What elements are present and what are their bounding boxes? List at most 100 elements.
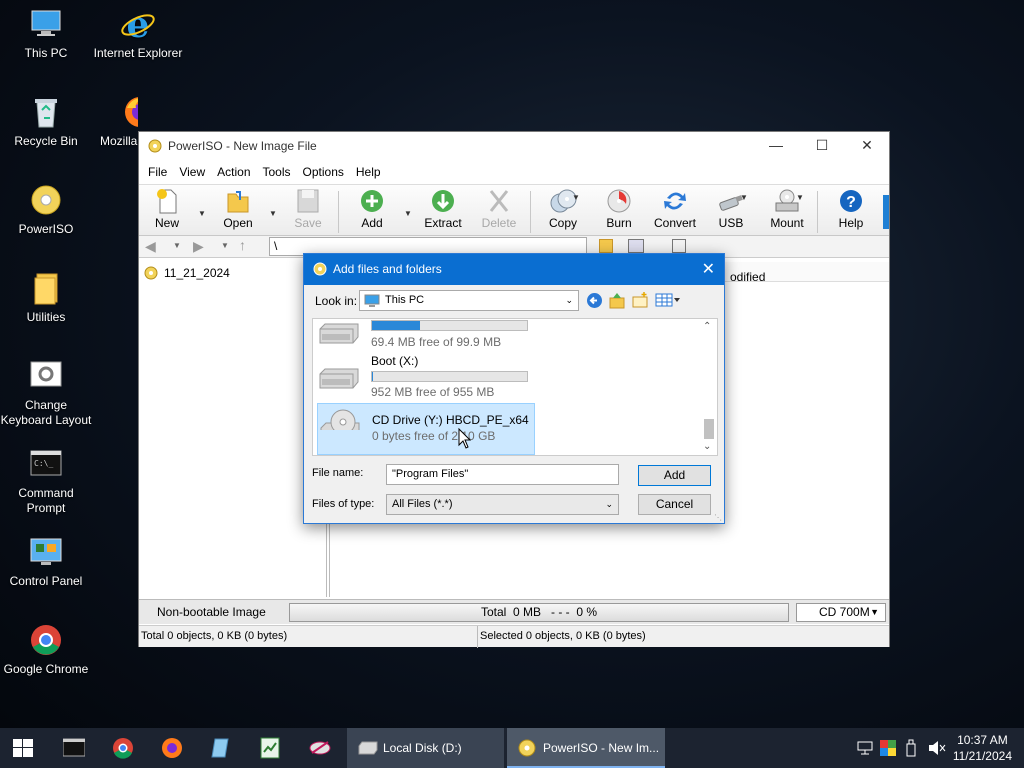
desktop-icon-command-prompt[interactable]: C:\_ Command Prompt — [0, 446, 92, 516]
save-icon — [293, 188, 323, 214]
control-panel-icon — [28, 534, 64, 570]
close-button[interactable]: ✕ — [844, 132, 890, 159]
toolbar-separator — [530, 191, 531, 233]
color-icon[interactable] — [880, 740, 896, 756]
look-in-dropdown[interactable]: This PC ⌄ — [359, 290, 579, 311]
tree-root-item[interactable]: 11_21_2024 — [144, 266, 230, 280]
delete-button[interactable]: Delete — [473, 188, 525, 230]
back-arrow-icon[interactable]: ◀ — [145, 238, 156, 255]
layout-icon[interactable] — [672, 239, 686, 253]
minimize-button[interactable]: — — [753, 132, 799, 159]
desktop-icon-label: This PC — [24, 46, 68, 60]
network-icon[interactable] — [857, 741, 873, 755]
volume-muted-icon[interactable] — [928, 740, 946, 756]
desktop-icon-internet-explorer[interactable]: e Internet Explorer — [92, 4, 184, 61]
copy-dropdown-icon[interactable]: ▼ — [572, 193, 580, 202]
desktop-icon-label: Internet Explorer — [93, 46, 183, 60]
desktop-icon-mozilla[interactable]: Mozilla — [92, 94, 138, 149]
maximize-button[interactable]: ☐ — [799, 132, 845, 159]
copy-button[interactable]: Copy — [537, 188, 589, 230]
burn-button[interactable]: Burn — [593, 188, 645, 230]
new-dropdown-icon[interactable]: ▼ — [198, 209, 206, 218]
folders-view-icon[interactable] — [599, 239, 613, 253]
tools-taskbar-icon[interactable] — [308, 737, 332, 759]
scroll-down-icon[interactable]: ⌄ — [703, 441, 711, 452]
scroll-thumb[interactable] — [704, 419, 714, 439]
delete-icon — [484, 188, 514, 214]
chrome-taskbar-icon[interactable] — [112, 737, 134, 759]
desktop-icon-poweriso[interactable]: PowerISO — [0, 182, 92, 237]
desktop-icon-label: Recycle Bin — [14, 134, 78, 148]
cancel-button[interactable]: Cancel — [638, 494, 711, 515]
help-button[interactable]: ? Help — [825, 188, 877, 230]
scroll-up-icon[interactable]: ⌃ — [703, 321, 711, 332]
mount-button[interactable]: Mount — [761, 188, 813, 230]
desktop-icon-change-keyboard-layout[interactable]: Change Keyboard Layout — [0, 358, 92, 428]
capacity-bar: Total 0 MB - - - 0 % — [289, 603, 789, 622]
toolbar-separator — [338, 191, 339, 233]
new-button[interactable]: New — [141, 188, 193, 230]
menu-view[interactable]: View — [173, 165, 211, 179]
convert-button[interactable]: Convert — [649, 188, 701, 230]
extract-button[interactable]: Extract — [417, 188, 469, 230]
menu-options[interactable]: Options — [297, 165, 350, 179]
desktop-icon-google-chrome[interactable]: Google Chrome — [0, 622, 92, 677]
menu-action[interactable]: Action — [211, 165, 256, 179]
new-folder-icon[interactable] — [631, 291, 649, 309]
notepad-taskbar-icon[interactable] — [210, 737, 232, 759]
usb-tray-icon[interactable] — [905, 739, 917, 757]
open-dropdown-icon[interactable]: ▼ — [269, 209, 277, 218]
dialog-close-button[interactable]: ✕ — [702, 254, 715, 285]
dialog-title-bar[interactable]: Add files and folders ✕ — [304, 254, 724, 285]
up-folder-icon[interactable] — [608, 291, 626, 309]
usb-button[interactable]: USB — [705, 188, 757, 230]
add-button[interactable]: Add — [638, 465, 711, 486]
menu-bar: File View Action Tools Options Help — [139, 159, 889, 184]
taskbar-task-poweriso[interactable]: PowerISO - New Im... — [507, 728, 665, 768]
media-size-dropdown[interactable]: CD 700M ▼ — [796, 603, 886, 622]
status-selected: Selected 0 objects, 0 KB (0 bytes) — [480, 630, 646, 642]
menu-help[interactable]: Help — [350, 165, 387, 179]
desktop-icon-recycle-bin[interactable]: Recycle Bin — [0, 94, 92, 149]
menu-tools[interactable]: Tools — [257, 165, 297, 179]
desktop-icon-control-panel[interactable]: Control Panel — [0, 534, 92, 589]
firefox-icon — [122, 94, 138, 130]
clock[interactable]: 10:37 AM 11/21/2024 — [953, 732, 1012, 764]
up-arrow-icon[interactable]: ↑ — [239, 237, 246, 253]
view-mode-icon[interactable] — [628, 239, 644, 253]
taskbar-task-local-disk[interactable]: Local Disk (D:) — [347, 728, 504, 768]
mount-dropdown-icon[interactable]: ▼ — [796, 193, 804, 202]
modified-column-header[interactable]: odified — [730, 270, 765, 284]
windows-start-icon[interactable] — [13, 739, 33, 757]
forward-arrow-icon[interactable]: ▶ — [193, 238, 204, 255]
back-icon[interactable] — [586, 292, 603, 309]
open-button[interactable]: Open — [212, 188, 264, 230]
desktop-icon-this-pc[interactable]: This PC — [0, 6, 92, 61]
resize-grip-icon[interactable]: ⋱ — [714, 513, 722, 522]
usb-dropdown-icon[interactable]: ▼ — [740, 193, 748, 202]
scrollbar[interactable]: ⌃ ⌄ — [700, 319, 717, 455]
desktop-icon-utilities[interactable]: Utilities — [0, 270, 92, 325]
file-name-input[interactable]: "Program Files" — [386, 464, 619, 485]
drive-item[interactable]: Boot (X:) 952 MB free of 955 MB — [317, 352, 535, 404]
drive-name: CD Drive (Y:) HBCD_PE_x64 — [372, 413, 529, 427]
spreadsheet-taskbar-icon[interactable] — [259, 736, 281, 760]
add-button[interactable]: Add — [346, 188, 398, 230]
save-button[interactable]: Save — [282, 188, 334, 230]
drive-item-selected[interactable]: CD Drive (Y:) HBCD_PE_x64 0 bytes free o… — [317, 403, 535, 455]
back-dropdown-icon[interactable]: ▼ — [173, 241, 181, 250]
toolbar-edge — [883, 195, 889, 229]
desktop-icon-label: PowerISO — [18, 222, 74, 236]
info-bar: Non-bootable Image Total 0 MB - - - 0 % … — [139, 599, 889, 624]
command-prompt-taskbar-icon[interactable] — [63, 738, 85, 758]
burn-disc-icon — [604, 188, 634, 214]
forward-dropdown-icon[interactable]: ▼ — [221, 241, 229, 250]
status-total: Total 0 objects, 0 KB (0 bytes) — [141, 630, 288, 642]
menu-file[interactable]: File — [142, 165, 173, 179]
add-dropdown-icon[interactable]: ▼ — [404, 209, 412, 218]
capacity-text: Total 0 MB - - - 0 % — [480, 605, 598, 619]
view-menu-icon[interactable] — [655, 292, 681, 308]
firefox-taskbar-icon[interactable] — [161, 737, 183, 759]
add-icon — [357, 188, 387, 214]
file-type-dropdown[interactable]: All Files (*.*) ⌄ — [386, 494, 619, 515]
